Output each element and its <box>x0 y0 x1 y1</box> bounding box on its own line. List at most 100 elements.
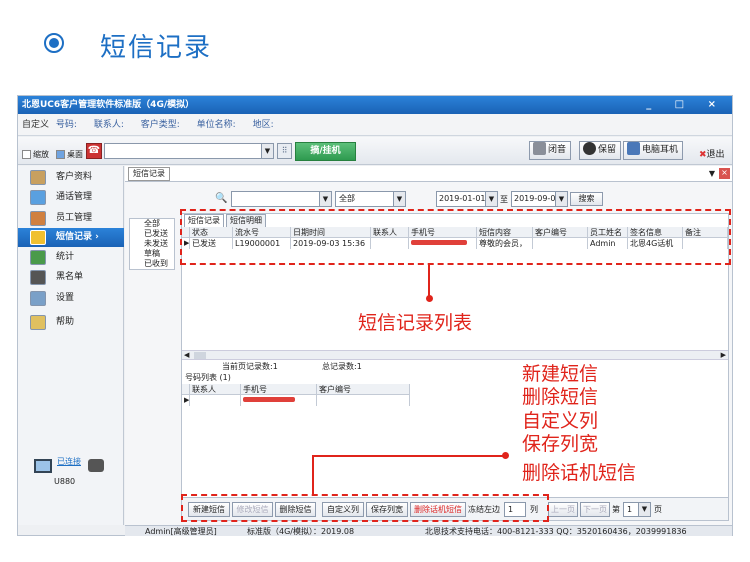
tab-sms-records[interactable]: 短信记录 <box>128 167 170 181</box>
scroll-right-icon[interactable]: ▶ <box>721 351 726 359</box>
pc-headset-button[interactable]: 电脑耳机 <box>623 141 684 160</box>
column-header[interactable]: 客户编号 <box>533 227 588 238</box>
column-header[interactable]: 流水号 <box>233 227 291 238</box>
column-header[interactable]: 手机号 <box>409 227 477 238</box>
column-header[interactable]: 员工姓名 <box>588 227 628 238</box>
scroll-thumb[interactable] <box>194 352 206 359</box>
column-header[interactable]: 签名信息 <box>628 227 683 238</box>
sidebar-item-settings[interactable]: 设置 <box>18 289 124 308</box>
sidebar-item-stats[interactable]: 统计 <box>18 248 124 267</box>
sidebar-item-sms[interactable]: 短信记录 › <box>18 228 124 247</box>
hook-button[interactable]: 摘/挂机 <box>295 142 356 161</box>
chevron-down-icon[interactable]: ▼ <box>709 169 715 178</box>
prev-page-button[interactable]: 上一页 <box>548 502 578 517</box>
sidebar-item-customers[interactable]: 客户资料 <box>18 168 124 187</box>
zoom-label: 缩放 <box>33 150 49 159</box>
row-pointer-icon: ▶ <box>184 395 190 406</box>
main-area: 短信记录 ▼ × 🔍 ▼ 全部 ▼ 2019-01-01 ▼ 至 2019-09-0… <box>125 166 732 525</box>
save-column-width-button[interactable]: 保存列宽 <box>366 502 408 517</box>
chevron-down-icon[interactable]: ▼ <box>485 192 497 206</box>
date-from-picker[interactable]: 2019-01-01 ▼ <box>436 191 498 207</box>
window-controls[interactable]: _ □ × <box>646 96 726 114</box>
sidebar-item-help[interactable]: 帮助 <box>18 313 124 332</box>
status-filter-item[interactable]: 已发送 <box>144 229 174 239</box>
scroll-left-icon[interactable]: ◀ <box>184 351 189 359</box>
custom-label[interactable]: 自定义 <box>22 120 49 130</box>
table-row[interactable]: ▶ 已发送 L19000001 2019-09-03 15:36 尊敬的会员， … <box>182 238 728 249</box>
zoom-checkbox[interactable] <box>22 150 31 159</box>
mute-button[interactable]: 闭音 <box>529 141 572 160</box>
custom-columns-button[interactable]: 自定义列 <box>322 502 364 517</box>
search-button[interactable]: 搜索 <box>570 192 603 206</box>
support-info: 北恩技术支持电话：400-8121-333 QQ：3520160436，2039… <box>425 527 687 536</box>
edit-sms-button[interactable]: 修改短信 <box>232 502 273 517</box>
exit-button[interactable]: ✖退出 <box>699 147 725 160</box>
table-row[interactable]: ▶ <box>182 395 410 406</box>
info-field-region: 地区: <box>252 120 274 130</box>
annotation-action-new: 新建短信 <box>522 363 599 385</box>
tab-sms-list[interactable]: 短信记录 <box>184 214 224 228</box>
close-icon[interactable]: × <box>719 168 730 179</box>
headphone-icon <box>583 142 596 155</box>
row-pointer-icon: ▶ <box>184 238 190 249</box>
column-header[interactable]: 联系人 <box>190 384 241 395</box>
column-header[interactable]: 手机号 <box>241 384 317 395</box>
window-title: 北恩UC6客户管理软件标准版（4G/模拟） <box>22 100 195 110</box>
customer-icon <box>30 170 46 185</box>
cell-serial: L19000001 <box>233 238 291 249</box>
connection-status[interactable]: 已连接 <box>57 456 81 467</box>
window-titlebar: 北恩UC6客户管理软件标准版（4G/模拟） _ □ × <box>18 96 732 114</box>
date-from-value: 2019-01-01 <box>439 194 486 203</box>
column-header[interactable]: 日期时间 <box>291 227 371 238</box>
type-value: 全部 <box>339 194 355 203</box>
desk-phone-icon <box>88 459 104 472</box>
type-select[interactable]: 全部 ▼ <box>335 191 406 207</box>
staff-icon <box>30 211 46 226</box>
chevron-down-icon[interactable]: ▼ <box>319 192 331 206</box>
toolbar: 缩放 桌面 ☎ ▼ ⠿ 摘/挂机 闭音 保留 电脑耳机 ✖退出 <box>18 137 732 165</box>
desktop-checkbox[interactable] <box>56 150 65 159</box>
annotation-actions-connector-horizontal <box>312 455 505 457</box>
tab-sms-detail[interactable]: 短信明细 <box>226 214 266 227</box>
sidebar-item-label: 帮助 <box>56 317 75 327</box>
sidebar-item-calls[interactable]: 通话管理 <box>18 188 124 207</box>
chevron-down-icon[interactable]: ▼ <box>555 192 567 206</box>
status-filter-item[interactable]: 草稿 <box>144 249 174 259</box>
chevron-down-icon[interactable]: ▼ <box>393 192 405 206</box>
delete-phone-sms-button[interactable]: 删除话机短信 <box>410 502 466 517</box>
keyword-combo[interactable]: ▼ <box>231 191 332 207</box>
sidebar-item-label: 通话管理 <box>56 192 93 202</box>
status-filter-item[interactable]: 已收到 <box>144 259 174 269</box>
delete-sms-button[interactable]: 删除短信 <box>275 502 316 517</box>
phone-icon[interactable]: ☎ <box>86 143 102 159</box>
dial-number-combo[interactable]: ▼ <box>104 143 274 159</box>
next-page-button[interactable]: 下一页 <box>580 502 610 517</box>
current-user: Admin[高级管理员] <box>145 527 217 536</box>
chevron-down-icon[interactable]: ▼ <box>261 144 273 158</box>
close-icon: ✖ <box>699 150 707 160</box>
keypad-icon[interactable]: ⠿ <box>277 143 292 159</box>
chevron-down-icon[interactable]: ▼ <box>638 503 650 516</box>
column-header[interactable]: 状态 <box>190 227 233 238</box>
status-filter-item[interactable]: 全部 <box>144 219 174 229</box>
column-header[interactable]: 短信内容 <box>477 227 533 238</box>
cell-status: 已发送 <box>190 238 233 249</box>
date-to-picker[interactable]: 2019-09-03 ▼ <box>511 191 568 207</box>
hold-button[interactable]: 保留 <box>579 141 622 160</box>
sidebar-item-staff[interactable]: 员工管理 <box>18 209 124 228</box>
page-title: 短信记录 <box>100 33 213 63</box>
sidebar-item-blacklist[interactable]: 黑名单 <box>18 268 124 287</box>
new-sms-button[interactable]: 新建短信 <box>188 502 230 517</box>
freeze-columns-stepper[interactable]: 1 <box>504 502 526 517</box>
cell-note <box>683 238 728 249</box>
horizontal-scrollbar[interactable]: ◀ ▶ <box>182 350 728 360</box>
page-select[interactable]: 1 ▼ <box>623 502 651 517</box>
row-indicator-header <box>182 227 190 238</box>
column-header[interactable]: 客户编号 <box>317 384 410 395</box>
annotation-list-connector <box>428 265 430 297</box>
status-filter-item[interactable]: 未发送 <box>144 239 174 249</box>
sidebar: 客户资料 通话管理 员工管理 短信记录 › 统计 黑名单 设置 帮助 已连接 U… <box>18 166 124 525</box>
column-header[interactable]: 联系人 <box>371 227 409 238</box>
column-header[interactable]: 备注 <box>683 227 728 238</box>
page-suffix: 页 <box>654 505 662 514</box>
